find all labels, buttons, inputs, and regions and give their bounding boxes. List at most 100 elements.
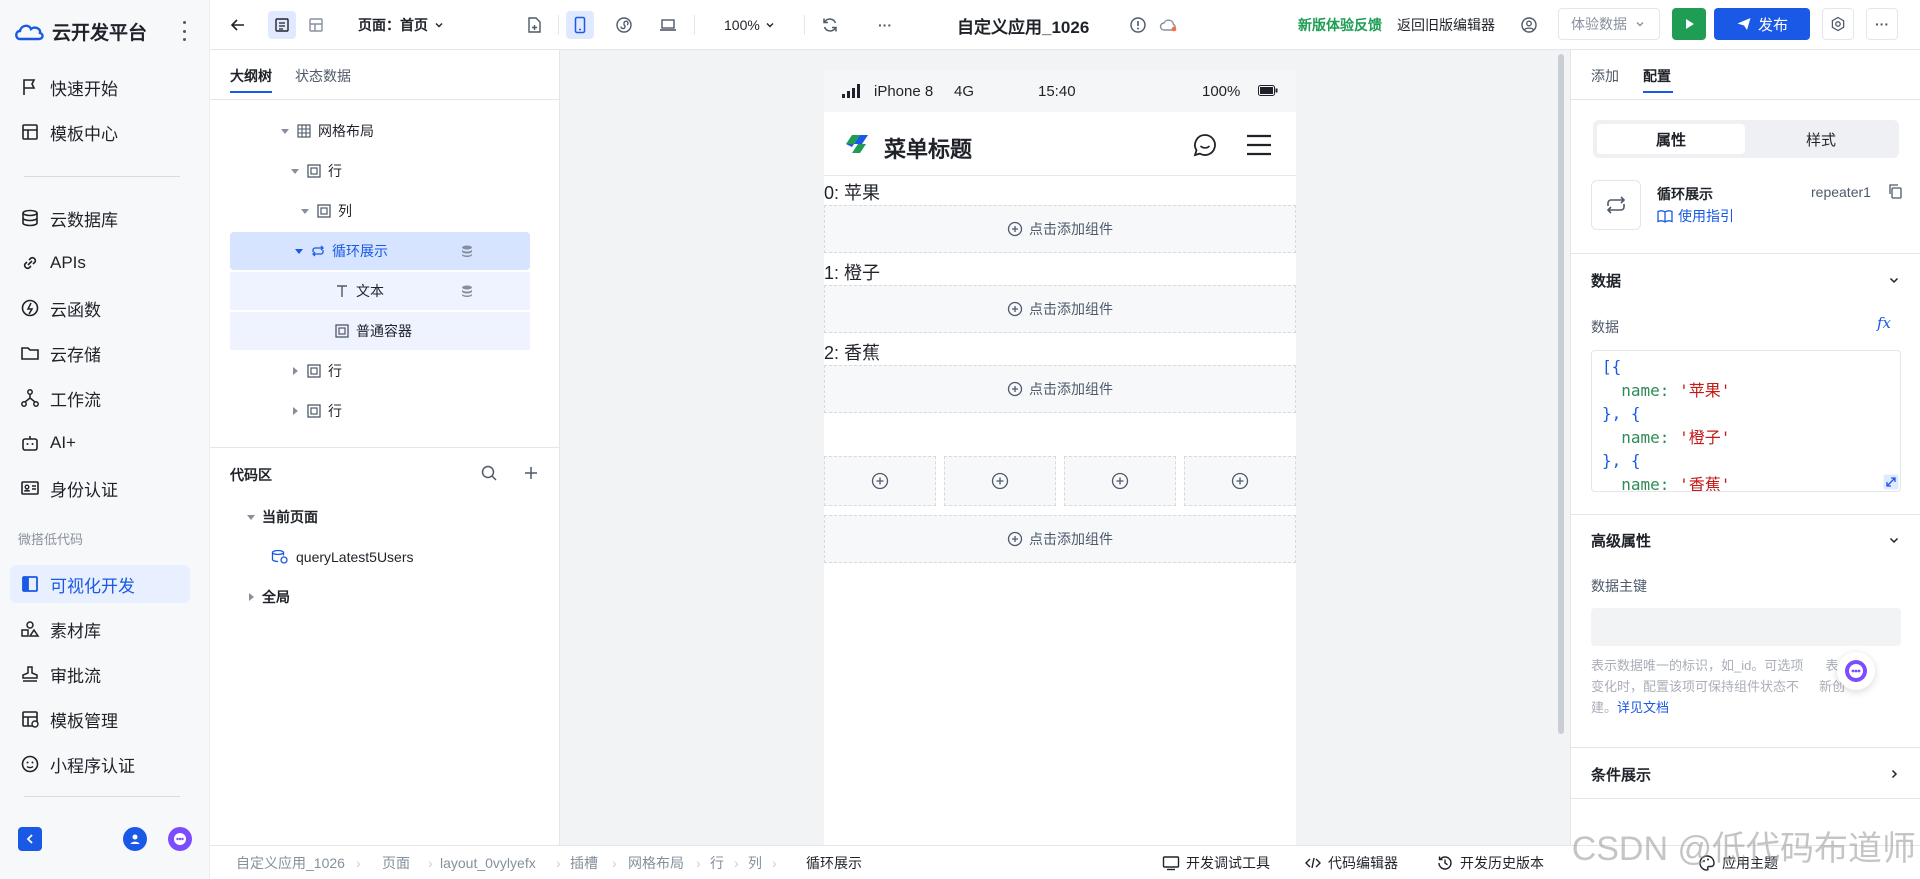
cloud-sync-status[interactable] bbox=[1155, 11, 1183, 39]
layout-view-button[interactable] bbox=[302, 11, 330, 39]
sidebar-item-template-manage[interactable]: 模板管理 bbox=[10, 700, 190, 738]
account-button[interactable] bbox=[1515, 11, 1543, 39]
caret-right-icon[interactable] bbox=[290, 406, 300, 416]
sidebar-item-approval[interactable]: 审批流 bbox=[10, 655, 190, 693]
page-selector[interactable]: 页面：首页 bbox=[358, 0, 444, 50]
sidebar-more-icon[interactable] bbox=[178, 18, 190, 44]
chat-bubble-icon[interactable] bbox=[1192, 132, 1218, 158]
code-group-global[interactable]: 全局 bbox=[230, 578, 530, 616]
breadcrumb-page[interactable]: 页面 bbox=[382, 846, 410, 879]
new-page-button[interactable] bbox=[520, 11, 548, 39]
sidebar-item-auth[interactable]: 身份认证 bbox=[10, 469, 190, 507]
sidebar-item-workflow[interactable]: 工作流 bbox=[10, 379, 190, 417]
sidebar-item-visual-dev[interactable]: 可视化开发 bbox=[10, 565, 190, 603]
breadcrumb-grid[interactable]: 网格布局 bbox=[628, 846, 684, 879]
ai-assistant-button[interactable] bbox=[168, 827, 192, 851]
history-button[interactable]: 开发历史版本 bbox=[1436, 846, 1544, 879]
app-info-button[interactable] bbox=[1124, 11, 1152, 39]
canvas-scrollbar[interactable] bbox=[1558, 54, 1564, 734]
sidebar-item-ai[interactable]: AI+ bbox=[10, 424, 190, 462]
floating-assistant-button[interactable] bbox=[1837, 652, 1875, 690]
caret-right-icon[interactable] bbox=[246, 592, 256, 602]
caret-down-icon[interactable] bbox=[246, 512, 256, 522]
tree-node-repeater[interactable]: 循环展示 bbox=[230, 232, 530, 270]
sidebar-item-assets[interactable]: 素材库 bbox=[10, 610, 190, 648]
zoom-selector[interactable]: 100% bbox=[724, 0, 775, 50]
repeater-item-label[interactable]: 2: 香蕉 bbox=[824, 339, 880, 365]
tab-outline-tree[interactable]: 大纲树 bbox=[230, 66, 272, 86]
add-component-slot[interactable]: 点击添加组件 bbox=[824, 515, 1296, 563]
sidebar-item-database[interactable]: 云数据库 bbox=[10, 199, 190, 237]
breadcrumb-app[interactable]: 自定义应用_1026 bbox=[236, 846, 345, 879]
back-old-editor-link[interactable]: 返回旧版编辑器 bbox=[1397, 0, 1495, 50]
pc-preview-button[interactable] bbox=[654, 11, 682, 39]
chevron-down-icon[interactable] bbox=[1888, 274, 1900, 286]
platform-logo[interactable]: 云开发平台 bbox=[14, 16, 147, 46]
sidebar-item-storage[interactable]: 云存储 bbox=[10, 334, 190, 372]
caret-down-icon[interactable] bbox=[300, 206, 310, 216]
grid-add-cell[interactable] bbox=[944, 456, 1056, 506]
breadcrumb-slot[interactable]: 插槽 bbox=[570, 846, 598, 879]
fx-expression-icon[interactable]: fx bbox=[1877, 314, 1891, 332]
tab-config[interactable]: 配置 bbox=[1643, 66, 1671, 86]
tree-node-column[interactable]: 列 bbox=[230, 192, 530, 230]
section-title-condition[interactable]: 条件展示 bbox=[1591, 764, 1651, 785]
plus-icon[interactable] bbox=[522, 464, 540, 482]
sidebar-item-miniprogram-auth[interactable]: 小程序认证 bbox=[10, 745, 190, 783]
sidebar-item-cloud-function[interactable]: 云函数 bbox=[10, 289, 190, 327]
code-item-query[interactable]: queryLatest5Users bbox=[230, 538, 530, 576]
settings-button[interactable] bbox=[1822, 8, 1854, 40]
tree-node-grid-layout[interactable]: 网格布局 bbox=[230, 112, 530, 150]
tree-node-text[interactable]: 文本 bbox=[230, 272, 530, 310]
grid-add-cell[interactable] bbox=[1064, 456, 1176, 506]
sidebar-item-template-center[interactable]: 模板中心 bbox=[10, 113, 190, 151]
user-avatar-button[interactable] bbox=[123, 827, 147, 851]
tab-state-data[interactable]: 状态数据 bbox=[295, 66, 351, 86]
more-tools-button[interactable]: ··· bbox=[878, 0, 892, 50]
code-editor-button[interactable]: 代码编辑器 bbox=[1304, 846, 1398, 879]
caret-down-icon[interactable] bbox=[294, 246, 304, 256]
breadcrumb-column[interactable]: 列 bbox=[748, 846, 762, 879]
tab-add[interactable]: 添加 bbox=[1591, 66, 1619, 86]
back-button[interactable] bbox=[224, 11, 252, 39]
code-group-current-page[interactable]: 当前页面 bbox=[230, 498, 530, 536]
repeater-item-label[interactable]: 0: 苹果 bbox=[824, 179, 880, 205]
search-icon[interactable] bbox=[480, 464, 498, 482]
sidebar-item-quick-start[interactable]: 快速开始 bbox=[10, 68, 190, 106]
add-component-slot[interactable]: 点击添加组件 bbox=[824, 205, 1296, 253]
caret-down-icon[interactable] bbox=[280, 126, 290, 136]
docs-link[interactable]: 详见文档 bbox=[1617, 700, 1669, 715]
add-component-slot[interactable]: 点击添加组件 bbox=[824, 365, 1296, 413]
test-data-select[interactable]: 体验数据 bbox=[1558, 8, 1660, 40]
breadcrumb-row[interactable]: 行 bbox=[710, 846, 724, 879]
grid-add-cell[interactable] bbox=[824, 456, 936, 506]
sidebar-item-apis[interactable]: APIs bbox=[10, 244, 190, 282]
phone-preview[interactable]: iPhone 8 4G 15:40 100% 菜单标题 0: 苹果 点击添加组件… bbox=[824, 70, 1296, 845]
add-component-slot[interactable]: 点击添加组件 bbox=[824, 285, 1296, 333]
repeater-item-label[interactable]: 1: 橙子 bbox=[824, 259, 880, 285]
feedback-link[interactable]: 新版体验反馈 bbox=[1298, 0, 1382, 50]
grid-add-cell[interactable] bbox=[1184, 456, 1296, 506]
caret-right-icon[interactable] bbox=[290, 366, 300, 376]
tree-node-row[interactable]: 行 bbox=[230, 152, 530, 190]
hamburger-menu-icon[interactable] bbox=[1246, 134, 1272, 156]
dev-tools-button[interactable]: 开发调试工具 bbox=[1162, 846, 1270, 879]
expand-editor-icon[interactable] bbox=[1883, 474, 1899, 490]
segment-styles[interactable]: 样式 bbox=[1747, 124, 1895, 154]
mobile-preview-button[interactable] bbox=[566, 11, 594, 39]
tree-node-row[interactable]: 行 bbox=[230, 352, 530, 390]
collapse-sidebar-button[interactable] bbox=[18, 827, 42, 851]
breadcrumb-repeater[interactable]: 循环展示 bbox=[806, 846, 862, 879]
page-view-button[interactable] bbox=[268, 11, 296, 39]
tree-node-row[interactable]: 行 bbox=[230, 392, 530, 430]
more-options-button[interactable]: ··· bbox=[1866, 8, 1898, 40]
tree-node-container[interactable]: 普通容器 bbox=[230, 312, 530, 350]
chevron-right-icon[interactable] bbox=[1888, 768, 1900, 780]
data-code-editor[interactable]: [{ name: '苹果' }, { name: '橙子' }, { name:… bbox=[1591, 350, 1901, 492]
copy-icon[interactable] bbox=[1887, 183, 1903, 199]
segment-attributes[interactable]: 属性 bbox=[1597, 124, 1745, 154]
miniprogram-preview-button[interactable] bbox=[610, 11, 638, 39]
caret-down-icon[interactable] bbox=[290, 166, 300, 176]
usage-guide-link[interactable]: 使用指引 bbox=[1657, 206, 1734, 226]
chevron-down-icon[interactable] bbox=[1888, 534, 1900, 546]
